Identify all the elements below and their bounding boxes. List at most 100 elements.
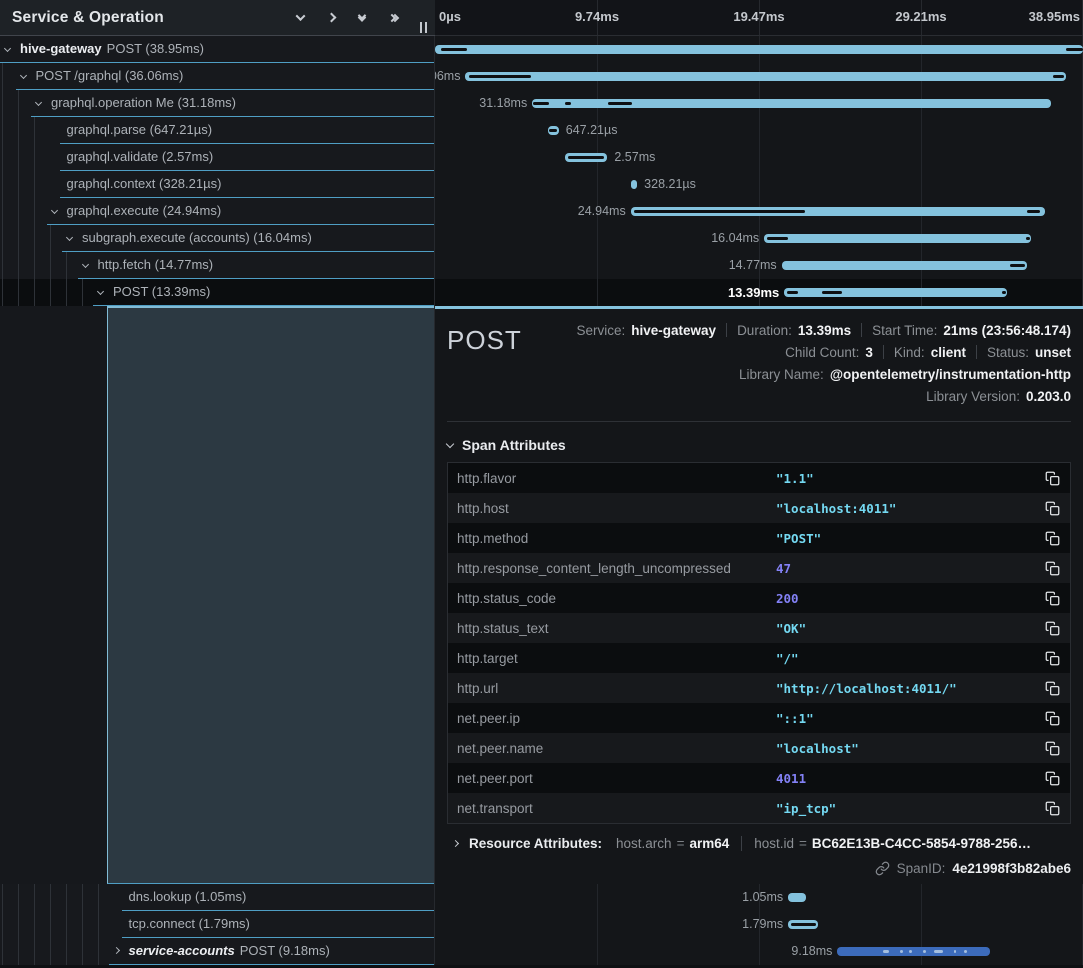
indent-guide [34, 252, 35, 279]
span-row[interactable]: dns.lookup (1.05ms)1.05ms [0, 884, 1083, 911]
indent-guide [2, 144, 3, 171]
span-label: graphql.execute (24.94ms) [67, 198, 222, 224]
span-name-cell: graphql.parse (647.21µs) [0, 117, 435, 144]
child-span-mark [469, 75, 531, 78]
attribute-value: "OK" [776, 621, 1040, 636]
expand-one-icon[interactable] [319, 6, 343, 30]
span-row[interactable]: graphql.context (328.21µs)328.21µs [0, 171, 1083, 198]
copy-icon[interactable] [1040, 591, 1060, 606]
span-name-cell: graphql.validate (2.57ms) [0, 144, 435, 171]
span-label: dns.lookup (1.05ms) [129, 884, 247, 910]
tick-label: 0µs [439, 0, 461, 34]
span-name-cell: subgraph.execute (accounts) (16.04ms) [0, 225, 435, 252]
span-row[interactable]: tcp.connect (1.79ms)1.79ms [0, 911, 1083, 938]
indent-guide [18, 90, 19, 117]
copy-icon[interactable] [1040, 651, 1060, 666]
duration-label: 9.18ms [791, 938, 832, 965]
span-duration-bar[interactable] [837, 947, 990, 956]
span-duration-bar[interactable] [532, 99, 1050, 108]
chevron-down-icon [446, 439, 454, 447]
chevron-down-icon[interactable] [4, 45, 11, 52]
indent-guide [2, 117, 3, 144]
column-resize-grip[interactable] [420, 22, 427, 33]
span-label: POST /graphql (36.06ms) [36, 63, 184, 89]
span-label: graphql.validate (2.57ms) [67, 144, 214, 170]
span-row[interactable]: graphql.operation Me (31.18ms)31.18ms [0, 90, 1083, 117]
span-duration-bar[interactable] [764, 234, 1031, 243]
attribute-value: "/" [776, 651, 1040, 666]
span-duration-bar[interactable] [548, 126, 559, 135]
span-duration-bar[interactable] [565, 153, 608, 162]
collapse-one-icon[interactable] [288, 6, 312, 30]
resource-attributes-row[interactable]: Resource Attributes: host.arch=arm64host… [447, 836, 1071, 851]
resource-value: arm64 [689, 836, 729, 851]
attribute-row: http.method"POST" [448, 523, 1070, 553]
indent-guide [34, 225, 35, 252]
copy-icon[interactable] [1040, 741, 1060, 756]
span-row[interactable]: service-accountsPOST (9.18ms)9.18ms [0, 938, 1083, 965]
span-label: graphql.parse (647.21µs) [67, 117, 213, 143]
attribute-key: net.peer.port [457, 771, 776, 786]
trace-timeline-view: Service & Operation 0µs 9.74ms 19.47ms 2… [0, 0, 1083, 968]
copy-icon[interactable] [1040, 471, 1060, 486]
indent-guide [34, 171, 35, 198]
meta-value: @opentelemetry/instrumentation-http [830, 367, 1071, 382]
child-span-mark [954, 950, 956, 953]
span-detail-panel: POST Service:hive-gatewayDuration:13.39m… [435, 306, 1083, 884]
child-span-mark [787, 291, 798, 294]
indent-guide [34, 911, 35, 938]
chevron-down-icon[interactable] [50, 207, 57, 214]
span-row[interactable]: http.fetch (14.77ms)14.77ms [0, 252, 1083, 279]
chevron-down-icon[interactable] [66, 234, 73, 241]
span-duration-bar[interactable] [435, 45, 1083, 54]
span-duration-bar[interactable] [631, 180, 637, 189]
span-attributes-toggle[interactable]: Span Attributes [447, 432, 1071, 458]
span-duration-bar[interactable] [782, 261, 1028, 270]
span-row[interactable]: subgraph.execute (accounts) (16.04ms)16.… [0, 225, 1083, 252]
chevron-down-icon[interactable] [19, 72, 26, 79]
copy-icon[interactable] [1040, 681, 1060, 696]
span-row[interactable]: POST /graphql (36.06ms)36.06ms [0, 63, 1083, 90]
span-name-cell: hive-gatewayPOST (38.95ms) [0, 36, 435, 63]
chevron-down-icon[interactable] [81, 261, 88, 268]
copy-icon[interactable] [1040, 801, 1060, 816]
span-label: subgraph.execute (accounts) (16.04ms) [82, 225, 312, 251]
copy-icon[interactable] [1040, 771, 1060, 786]
indent-guide [66, 252, 67, 279]
copy-icon[interactable] [1040, 711, 1060, 726]
indent-guide [66, 279, 67, 306]
row-separator [109, 964, 435, 965]
copy-icon[interactable] [1040, 501, 1060, 516]
meta-label: Status: [987, 345, 1029, 360]
expand-all-icon[interactable] [381, 6, 405, 30]
copy-icon[interactable] [1040, 621, 1060, 636]
chevron-right-icon[interactable] [112, 947, 119, 954]
indent-guide [34, 198, 35, 225]
child-span-mark [568, 156, 605, 159]
chevron-down-icon[interactable] [35, 99, 42, 106]
span-row[interactable]: POST (13.39ms)13.39ms [0, 279, 1083, 306]
span-row[interactable]: graphql.validate (2.57ms)2.57ms [0, 144, 1083, 171]
span-row[interactable]: graphql.parse (647.21µs)647.21µs [0, 117, 1083, 144]
span-row[interactable]: hive-gatewayPOST (38.95ms)38.95ms [0, 36, 1083, 63]
span-duration-bar[interactable] [788, 920, 818, 929]
span-duration-bar[interactable] [465, 72, 1065, 81]
span-duration-bar[interactable] [631, 207, 1046, 216]
timeline-gridline [759, 144, 760, 171]
span-duration-bar[interactable] [784, 288, 1007, 297]
child-span-mark [791, 923, 816, 926]
copy-icon[interactable] [1040, 561, 1060, 576]
chevron-down-icon[interactable] [97, 288, 104, 295]
child-span-mark [923, 950, 926, 953]
meta-label: Kind: [894, 345, 925, 360]
span-duration-bar[interactable] [788, 893, 805, 902]
timeline-gridline [759, 171, 760, 198]
meta-value: client [931, 345, 966, 360]
copy-icon[interactable] [1040, 531, 1060, 546]
span-name-cell: POST /graphql (36.06ms) [0, 63, 435, 90]
indent-guide [18, 938, 19, 965]
span-label: http.fetch (14.77ms) [98, 252, 214, 278]
collapse-all-icon[interactable] [350, 6, 374, 30]
child-span-mark [1027, 210, 1040, 213]
span-row[interactable]: graphql.execute (24.94ms)24.94ms [0, 198, 1083, 225]
